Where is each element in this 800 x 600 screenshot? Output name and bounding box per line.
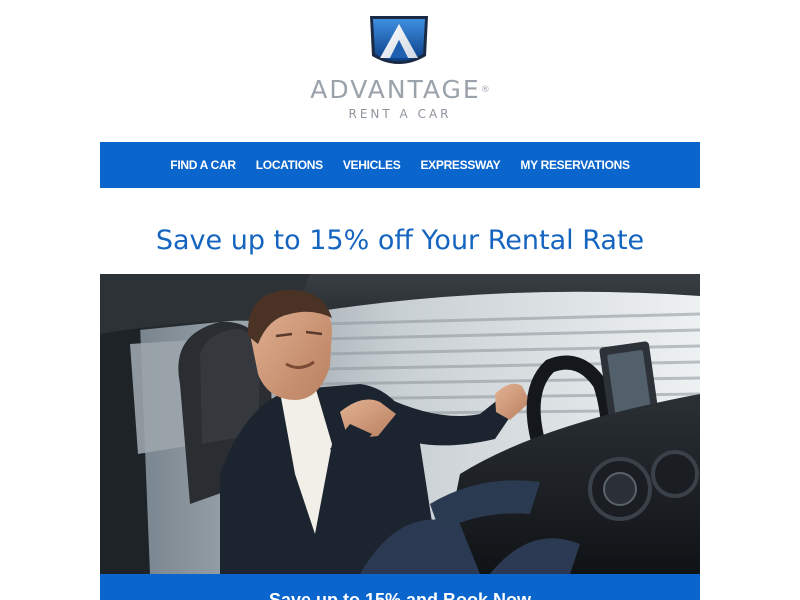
logo-tagline: RENT A CAR: [348, 107, 452, 121]
nav-item-vehicles[interactable]: VEHICLES: [343, 158, 401, 172]
logo-wordmark-text: ADVANTAGE: [310, 75, 481, 104]
trademark-symbol: ®: [480, 85, 490, 95]
logo-wordmark: ADVANTAGE®: [0, 74, 800, 106]
nav-item-my-reservations[interactable]: MY RESERVATIONS: [520, 158, 630, 172]
hero-image[interactable]: [100, 274, 700, 574]
main-nav: FIND A CAR LOCATIONS VEHICLES EXPRESSWAY…: [100, 142, 700, 188]
nav-item-locations[interactable]: LOCATIONS: [256, 158, 323, 172]
hero-image-illustration: [100, 274, 700, 574]
promo-headline: Save up to 15% off Your Rental Rate: [155, 225, 645, 256]
nav-item-expressway[interactable]: EXPRESSWAY: [420, 158, 500, 172]
header: ADVANTAGE® RENT A CAR: [0, 0, 800, 142]
email-page: ADVANTAGE® RENT A CAR FIND A CAR LOCATIO…: [0, 0, 800, 600]
advantage-logo-icon[interactable]: [366, 14, 432, 72]
book-now-button[interactable]: Save up to 15% and Book Now: [100, 574, 700, 600]
nav-item-find-a-car[interactable]: FIND A CAR: [170, 158, 236, 172]
